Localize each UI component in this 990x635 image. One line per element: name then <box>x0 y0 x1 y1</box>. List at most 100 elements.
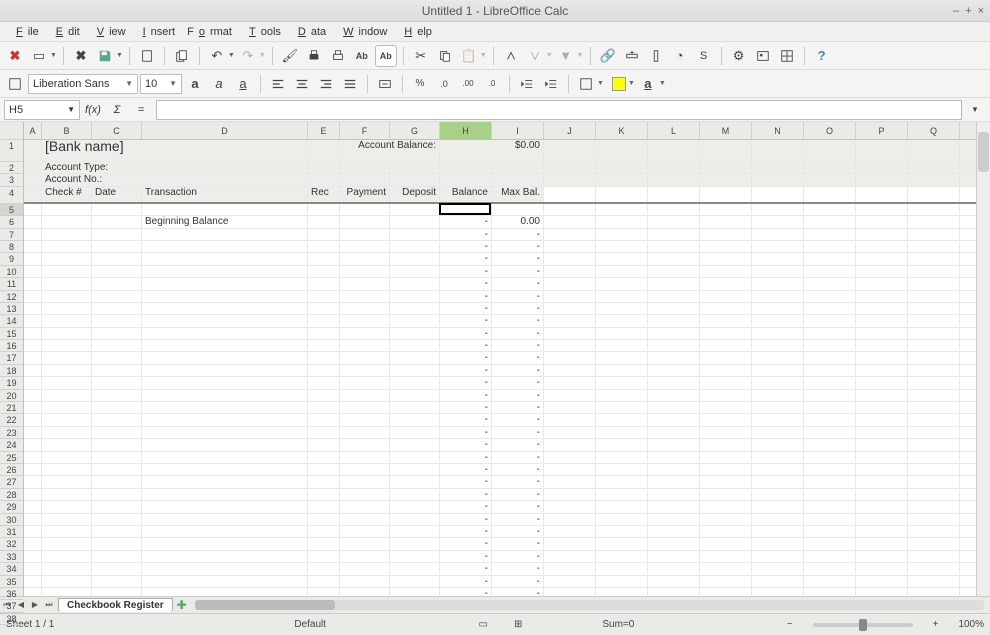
cell[interactable]: - <box>492 427 544 438</box>
cell[interactable] <box>596 538 648 549</box>
cell[interactable] <box>856 501 908 512</box>
cell[interactable] <box>700 526 752 537</box>
cell[interactable] <box>92 352 142 363</box>
cell[interactable] <box>856 241 908 252</box>
cell[interactable] <box>596 315 648 326</box>
cell[interactable] <box>340 291 390 302</box>
cell[interactable] <box>648 414 700 425</box>
col-header-M[interactable]: M <box>700 122 752 139</box>
cell[interactable]: - <box>492 551 544 562</box>
menu-insert[interactable]: Insert <box>133 24 181 40</box>
cell[interactable]: Rec <box>308 187 340 202</box>
cell[interactable] <box>440 162 492 173</box>
cell[interactable] <box>42 489 92 500</box>
row-header[interactable]: 27 <box>0 476 23 488</box>
cell[interactable] <box>648 476 700 487</box>
undo-icon[interactable]: ↶ <box>206 45 228 67</box>
row-header[interactable]: 13 <box>0 303 23 315</box>
cell[interactable] <box>390 352 440 363</box>
cell[interactable] <box>596 340 648 351</box>
cell[interactable] <box>700 162 752 173</box>
cell[interactable] <box>596 501 648 512</box>
cell[interactable] <box>92 253 142 264</box>
close-button[interactable]: × <box>978 5 984 17</box>
cell[interactable] <box>804 229 856 240</box>
cell[interactable] <box>24 241 42 252</box>
cell[interactable] <box>752 377 804 388</box>
cell[interactable] <box>92 439 142 450</box>
col-header-F[interactable]: F <box>340 122 390 139</box>
cell[interactable] <box>856 452 908 463</box>
cell[interactable] <box>648 538 700 549</box>
redo-icon[interactable]: ↷ <box>237 45 259 67</box>
cell[interactable]: - <box>440 414 492 425</box>
cell[interactable]: - <box>440 576 492 587</box>
cell[interactable] <box>92 563 142 574</box>
cell[interactable] <box>142 365 308 376</box>
cell[interactable] <box>596 229 648 240</box>
cell[interactable] <box>804 328 856 339</box>
row-header[interactable]: 6 <box>0 216 23 228</box>
cell[interactable] <box>752 253 804 264</box>
minimize-button[interactable]: – <box>953 5 959 17</box>
add-sheet-button[interactable]: ✚ <box>175 598 189 612</box>
cell[interactable] <box>340 162 390 173</box>
cell[interactable] <box>908 538 960 549</box>
cell[interactable] <box>142 489 308 500</box>
cell[interactable]: - <box>440 588 492 596</box>
col-header-Q[interactable]: Q <box>908 122 960 139</box>
row-header[interactable]: 23 <box>0 427 23 439</box>
cell[interactable] <box>648 328 700 339</box>
cell[interactable] <box>42 514 92 525</box>
cell[interactable] <box>908 303 960 314</box>
cell[interactable] <box>700 452 752 463</box>
cell[interactable] <box>804 452 856 463</box>
cell[interactable] <box>700 266 752 277</box>
row-header[interactable]: 35 <box>0 576 23 588</box>
cell[interactable] <box>390 390 440 401</box>
cell[interactable] <box>142 315 308 326</box>
cell[interactable] <box>856 414 908 425</box>
cell[interactable] <box>648 204 700 215</box>
row-header[interactable]: 30 <box>0 514 23 526</box>
cell[interactable] <box>700 365 752 376</box>
row-header[interactable]: 19 <box>0 377 23 389</box>
cell[interactable] <box>752 187 804 202</box>
cell[interactable] <box>648 253 700 264</box>
cell[interactable] <box>856 551 908 562</box>
cell[interactable]: - <box>492 588 544 596</box>
cell[interactable] <box>908 229 960 240</box>
cell[interactable] <box>92 340 142 351</box>
cell[interactable] <box>856 439 908 450</box>
zoom-value[interactable]: 100% <box>958 619 984 630</box>
col-header-N[interactable]: N <box>752 122 804 139</box>
row-header[interactable]: 8 <box>0 241 23 253</box>
cell[interactable] <box>390 162 440 173</box>
cell[interactable] <box>390 328 440 339</box>
cell[interactable] <box>308 241 340 252</box>
cell[interactable] <box>340 340 390 351</box>
underline-icon[interactable]: a <box>232 73 254 95</box>
cell[interactable] <box>92 365 142 376</box>
status-style[interactable]: Default <box>294 619 326 630</box>
cell[interactable] <box>752 489 804 500</box>
cell[interactable]: - <box>440 501 492 512</box>
cell[interactable] <box>752 340 804 351</box>
cell[interactable] <box>856 390 908 401</box>
cell[interactable] <box>544 551 596 562</box>
cell[interactable]: Account No.: <box>42 174 308 185</box>
cell[interactable]: - <box>440 526 492 537</box>
cell[interactable] <box>308 588 340 596</box>
cell[interactable] <box>596 464 648 475</box>
cell[interactable] <box>42 278 92 289</box>
cell[interactable] <box>42 526 92 537</box>
cell[interactable] <box>390 303 440 314</box>
cell[interactable] <box>700 253 752 264</box>
cell[interactable]: Check # <box>42 187 92 202</box>
cell[interactable] <box>390 526 440 537</box>
cell[interactable]: - <box>440 402 492 413</box>
cell[interactable] <box>24 303 42 314</box>
cell[interactable] <box>142 563 308 574</box>
cell[interactable] <box>544 315 596 326</box>
cell[interactable] <box>340 476 390 487</box>
